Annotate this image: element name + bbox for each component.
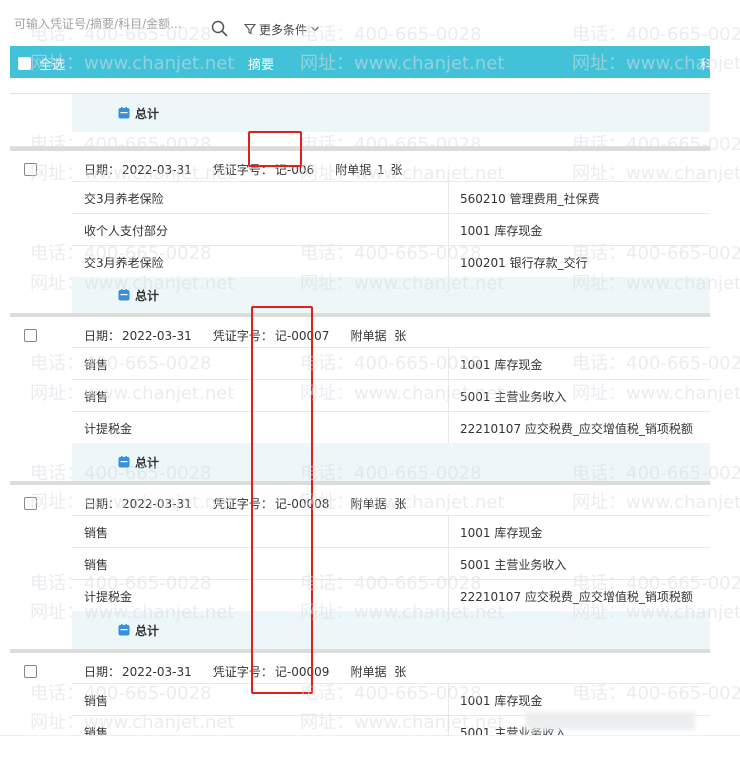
table-header: 全选 摘要 科 — [10, 46, 714, 78]
total-row: 总计 — [10, 611, 710, 649]
highlight-box — [248, 131, 302, 167]
select-all[interactable]: 全选 — [18, 54, 65, 73]
total-row: 总计 — [10, 443, 710, 481]
voucher-checkbox[interactable] — [24, 163, 37, 176]
chevron-down-icon — [311, 26, 319, 32]
total-label: 总计 — [135, 623, 160, 638]
entry-row[interactable]: 收个人支付部分 1001 库存现金 — [72, 213, 710, 245]
voucher-info: 日期： 2022-03-31 凭证字号： 记-00007 附单据 张 — [84, 329, 407, 343]
entry-row[interactable]: 销售 1001 库存现金 — [72, 347, 710, 379]
entry-row[interactable]: 销售 1001 库存现金 — [72, 683, 710, 715]
voucher-list: 总计 日期： 2022-03-31 凭证字号： 记-006 附单据 1 张 交3月养… — [10, 78, 710, 747]
total-row: 总计 — [10, 94, 710, 132]
total-label: 总计 — [135, 106, 160, 121]
entry-row[interactable]: 销售 5001 主营业务收入 — [72, 547, 710, 579]
filter-icon — [244, 23, 256, 35]
entry-row[interactable]: 交3月养老保险 560210 管理费用_社保费 — [72, 181, 710, 213]
voucher-info: 日期： 2022-03-31 凭证字号： 记-00008 附单据 张 — [84, 497, 407, 511]
voucher-checkbox[interactable] — [24, 497, 37, 510]
blurred-area — [525, 712, 695, 730]
more-conditions-filter[interactable]: 更多条件 — [244, 21, 320, 37]
select-all-label: 全选 — [39, 58, 66, 73]
total-label: 总计 — [135, 455, 160, 470]
total-label: 总计 — [135, 288, 160, 303]
voucher-info: 日期： 2022-03-31 凭证字号： 记-006 附单据 1 张 — [84, 163, 403, 177]
voucher-header[interactable]: 日期： 2022-03-31 凭证字号： 记-006 附单据 1 张 — [10, 147, 710, 181]
select-all-checkbox[interactable] — [18, 57, 31, 70]
entry-row[interactable]: 交3月养老保险 100201 银行存款_交行 — [72, 245, 710, 277]
voucher-info: 日期： 2022-03-31 凭证字号： 记-00009 附单据 张 — [84, 665, 407, 679]
voucher-header[interactable]: 日期： 2022-03-31 凭证字号： 记-00007 附单据 张 — [10, 313, 710, 347]
filter-label: 更多条件 — [259, 22, 308, 37]
spacer — [10, 78, 710, 94]
voucher-header[interactable]: 日期： 2022-03-31 凭证字号： 记-00009 附单据 张 — [10, 649, 710, 683]
total-icon — [118, 107, 130, 119]
toolbar: 更多条件 — [0, 0, 740, 46]
spacer — [10, 132, 710, 147]
voucher-checkbox[interactable] — [24, 329, 37, 342]
highlight-box — [251, 306, 313, 694]
total-icon — [118, 289, 130, 301]
voucher-header[interactable]: 日期： 2022-03-31 凭证字号： 记-00008 附单据 张 — [10, 481, 710, 515]
voucher-date: 2022-03-31 — [122, 665, 192, 679]
voucher-date: 2022-03-31 — [122, 329, 192, 343]
voucher-date: 2022-03-31 — [122, 163, 192, 177]
search-icon[interactable] — [211, 20, 228, 37]
entry-row[interactable]: 计提税金 22210107 应交税费_应交增值税_销项税额 — [72, 411, 710, 443]
voucher-date: 2022-03-31 — [122, 497, 192, 511]
column-summary: 摘要 — [248, 58, 275, 73]
voucher-checkbox[interactable] — [24, 665, 37, 678]
column-subject: 科 — [700, 58, 714, 73]
entry-row[interactable]: 销售 5001 主营业务收入 — [72, 379, 710, 411]
entry-row[interactable]: 计提税金 22210107 应交税费_应交增值税_销项税额 — [72, 579, 710, 611]
attachment-count: 1 — [377, 163, 385, 177]
total-icon — [118, 624, 130, 636]
total-icon — [118, 456, 130, 468]
bottom-bar — [0, 735, 740, 762]
total-row: 总计 — [10, 277, 710, 313]
entry-row[interactable]: 销售 1001 库存现金 — [72, 515, 710, 547]
search-input[interactable] — [14, 17, 204, 31]
